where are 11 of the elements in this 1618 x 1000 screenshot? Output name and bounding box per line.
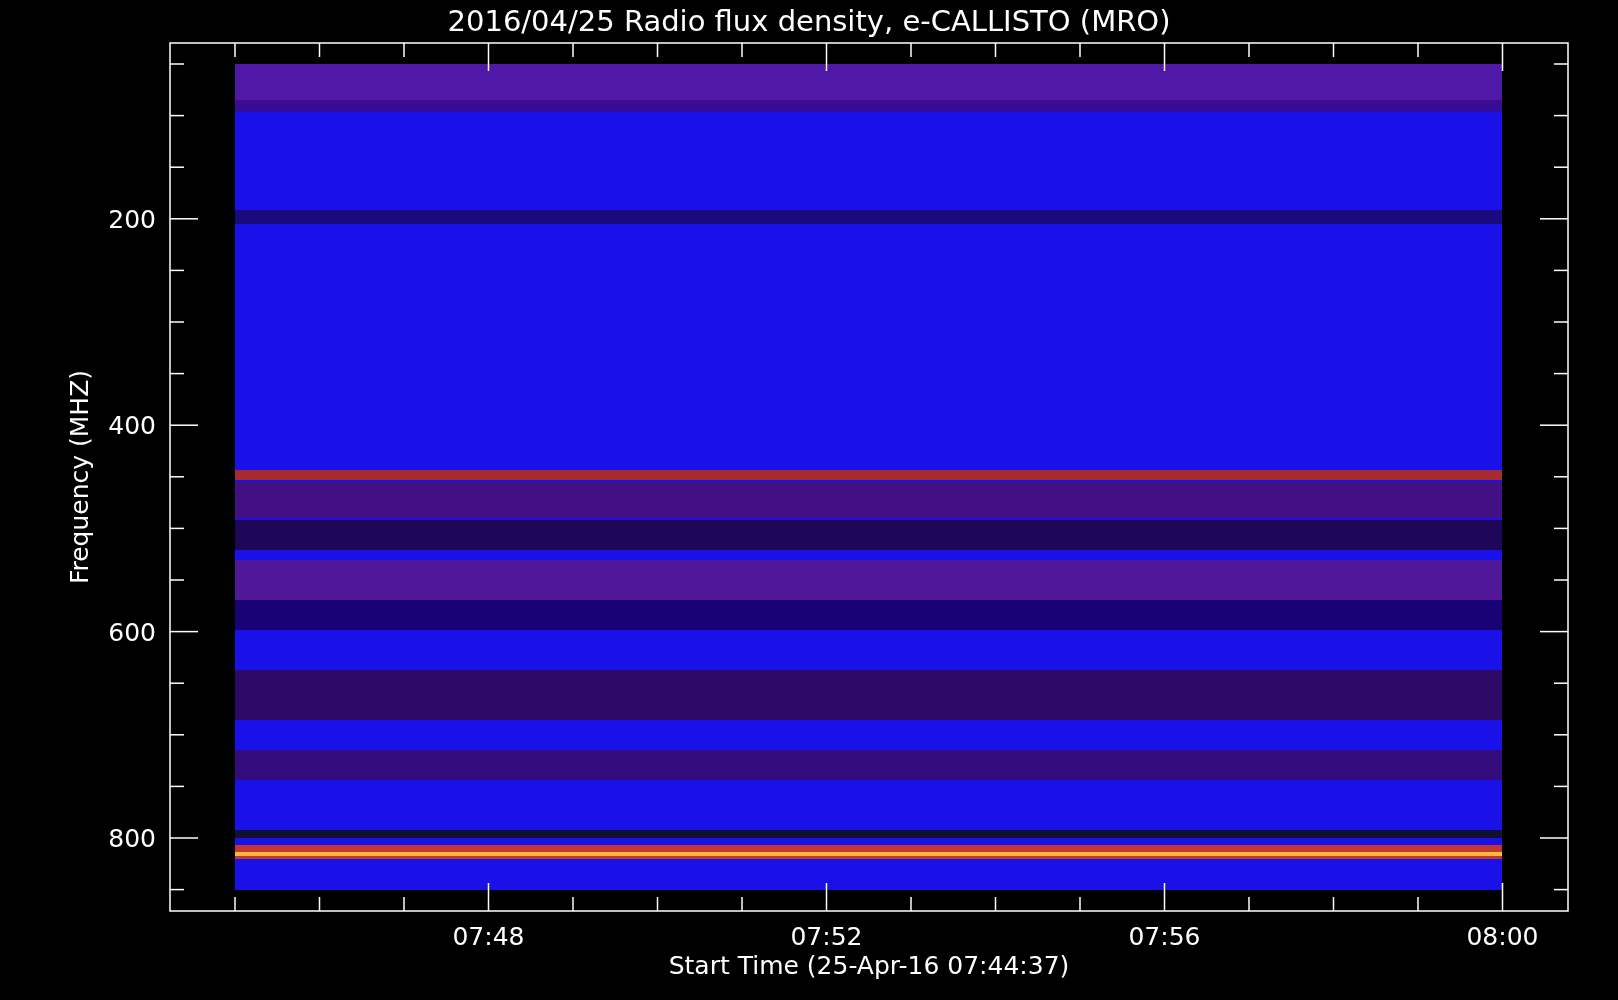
x-tick-label: 08:00 <box>1466 922 1539 951</box>
x-axis-label: Start Time (25-Apr-16 07:44:37) <box>668 951 1070 980</box>
y-axis-label: Frequency (MHZ) <box>65 369 94 585</box>
plot-title: 2016/04/25 Radio flux density, e-CALLISTO (MRO) <box>447 4 1171 38</box>
y-tick-label: 400 <box>108 411 156 441</box>
y-tick-label: 800 <box>108 824 156 853</box>
x-tick-label: 07:48 <box>452 922 525 951</box>
x-tick-label: 07:56 <box>1128 922 1201 951</box>
x-tick-label: 07:52 <box>790 922 863 951</box>
y-tick-label: 600 <box>108 617 156 647</box>
y-tick-label: 200 <box>108 204 156 234</box>
